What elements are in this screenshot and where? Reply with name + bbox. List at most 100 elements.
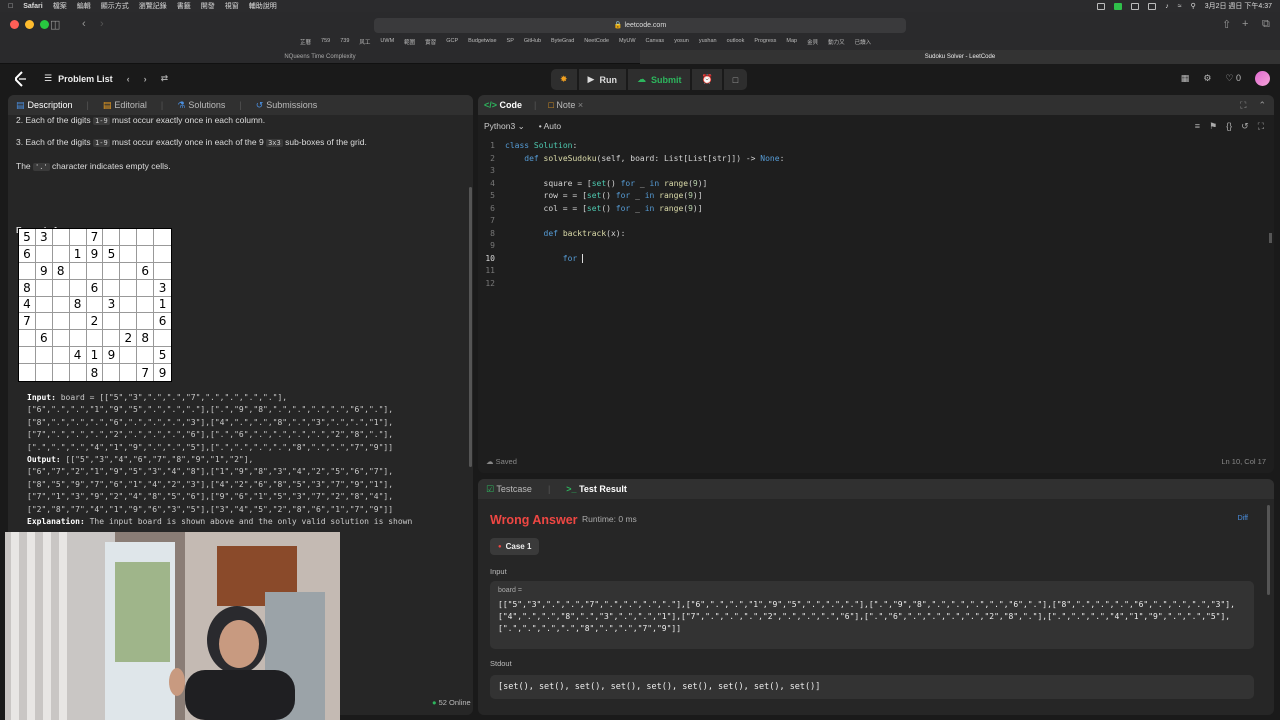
- tab-submissions[interactable]: ↺ Submissions: [256, 100, 318, 111]
- bookmark-item[interactable]: Progress: [754, 38, 776, 46]
- bookmark-item[interactable]: Map: [786, 38, 797, 46]
- bookmark-item[interactable]: 风工: [359, 38, 370, 46]
- status-icon[interactable]: [1097, 2, 1106, 10]
- next-problem-icon[interactable]: ›: [144, 74, 147, 84]
- sudoku-cell: 6: [35, 330, 53, 348]
- menu-history[interactable]: 瀏覽記錄: [139, 1, 167, 11]
- leetcode-logo-icon[interactable]: [13, 71, 27, 87]
- bookmark-item[interactable]: 759: [321, 38, 330, 46]
- forward-icon[interactable]: ›: [100, 18, 104, 30]
- wifi-icon[interactable]: ≈: [1178, 3, 1182, 10]
- notes-button[interactable]: □: [723, 69, 748, 90]
- menu-bookmarks[interactable]: 書籤: [177, 1, 191, 11]
- bookmark-item[interactable]: GitHub: [524, 38, 541, 46]
- editor-scrollbar[interactable]: [1269, 233, 1272, 243]
- sudoku-cell: [70, 364, 87, 381]
- bookmark-item[interactable]: 已讀入: [855, 38, 872, 46]
- rule-text: sub-boxes of the grid.: [282, 137, 367, 147]
- tab-description[interactable]: ▤ Description: [16, 100, 73, 111]
- menu-file[interactable]: 檔案: [53, 1, 67, 11]
- url-bar[interactable]: 🔒 leetcode.com: [374, 18, 906, 33]
- tab-overview-icon[interactable]: ⧉: [1262, 18, 1270, 31]
- settings-gear-icon[interactable]: ⚙: [1203, 73, 1211, 84]
- menu-develop[interactable]: 開發: [201, 1, 215, 11]
- user-avatar[interactable]: [1255, 71, 1270, 86]
- test-scrollbar[interactable]: [1267, 505, 1270, 595]
- run-button[interactable]: ▶ Run: [578, 69, 626, 90]
- bookmark-item[interactable]: yushan: [699, 38, 717, 46]
- bookmark-item[interactable]: outlook: [727, 38, 745, 46]
- format-icon[interactable]: ≡: [1195, 121, 1200, 132]
- shuffle-icon[interactable]: ⇄: [161, 73, 169, 84]
- tab-editorial[interactable]: ▤ Editorial: [103, 100, 147, 111]
- bookmark-item[interactable]: 範圍: [404, 38, 415, 46]
- status-icon[interactable]: [1131, 2, 1140, 10]
- close-window-button[interactable]: [10, 20, 19, 29]
- apple-icon[interactable]: : [8, 3, 13, 10]
- new-tab-icon[interactable]: +: [1242, 18, 1248, 30]
- tab-testcase[interactable]: ☑ Testcase: [486, 484, 532, 495]
- bookmark-item[interactable]: MyUW: [619, 38, 636, 46]
- sidebar-icon[interactable]: ◫: [50, 18, 60, 31]
- close-icon[interactable]: ×: [578, 100, 583, 110]
- bookmark-item[interactable]: 金貝: [807, 38, 818, 46]
- menu-view[interactable]: 顯示方式: [101, 1, 129, 11]
- status-icon[interactable]: [1148, 2, 1157, 10]
- app-menu[interactable]: Safari: [23, 3, 42, 10]
- problem-list-nav[interactable]: ☰ Problem List ‹ › ⇄: [44, 73, 168, 84]
- tab-test-result[interactable]: >_ Test Result: [566, 484, 627, 494]
- io-line: board = [["5","3",".",".","7",".",".",".…: [55, 393, 288, 402]
- language-select[interactable]: Python3 ⌄: [484, 121, 525, 132]
- bookmark-item[interactable]: SP: [507, 38, 514, 46]
- menubar-datetime[interactable]: 3月2日 週日 下午4:37: [1205, 1, 1272, 11]
- menu-edit[interactable]: 編輯: [77, 1, 91, 11]
- zoom-window-button[interactable]: [40, 20, 49, 29]
- bookmark-item[interactable]: 實習: [425, 38, 436, 46]
- timer-button[interactable]: ⏰: [692, 69, 722, 90]
- expand-icon[interactable]: ⛶: [1240, 100, 1246, 111]
- bookmark-item[interactable]: ByteGrad: [551, 38, 574, 46]
- bookmark-item[interactable]: 動力又: [828, 38, 845, 46]
- bug-icon: ✸: [560, 74, 568, 84]
- bookmark-item[interactable]: NeetCode: [584, 38, 609, 46]
- share-icon[interactable]: ⇧: [1222, 18, 1231, 31]
- bookmark-item[interactable]: GCP: [446, 38, 458, 46]
- safari-tab[interactable]: NQueens Time Complexity: [0, 50, 640, 64]
- diff-toggle[interactable]: Diff: [1238, 515, 1248, 522]
- sudoku-cell: [120, 296, 138, 314]
- bookmark-item[interactable]: Budgetwise: [468, 38, 496, 46]
- bookmark-item[interactable]: yosun: [674, 38, 689, 46]
- volume-icon[interactable]: ♪: [1165, 3, 1169, 10]
- bookmark-item[interactable]: UWM: [380, 38, 394, 46]
- bookmark-icon[interactable]: ⚑: [1209, 121, 1217, 132]
- braces-icon[interactable]: {}: [1226, 121, 1232, 132]
- collapse-icon[interactable]: ⌃: [1258, 100, 1266, 111]
- prev-problem-icon[interactable]: ‹: [127, 74, 130, 84]
- tab-note[interactable]: □ Note ×: [548, 100, 583, 110]
- menu-help[interactable]: 輔助說明: [249, 1, 277, 11]
- bookmark-item[interactable]: 739: [340, 38, 349, 46]
- case-1-button[interactable]: ● Case 1: [490, 538, 540, 555]
- menu-window[interactable]: 視窗: [225, 1, 239, 11]
- note-text: character indicates empty cells.: [49, 161, 171, 171]
- code-editor[interactable]: 1 class Solution: 2 def solveSudoku(self,…: [478, 141, 1274, 291]
- bookmark-item[interactable]: 芷曆: [300, 38, 311, 46]
- description-scrollbar[interactable]: [469, 187, 472, 467]
- fullscreen-icon[interactable]: ⛶: [1258, 121, 1264, 132]
- submit-button[interactable]: ☁ Submit: [627, 69, 691, 90]
- minimize-window-button[interactable]: [25, 20, 34, 29]
- tab-solutions[interactable]: ⚗ Solutions: [177, 100, 225, 111]
- empty-cell-note: The '.' character indicates empty cells.: [16, 161, 456, 173]
- bookmark-item[interactable]: Canvas: [646, 38, 665, 46]
- back-icon[interactable]: ‹: [82, 18, 86, 30]
- layout-icon[interactable]: ▦: [1181, 73, 1190, 84]
- reset-icon[interactable]: ↺: [1241, 121, 1249, 132]
- search-icon[interactable]: ⚲: [1191, 2, 1196, 10]
- facetime-icon[interactable]: [1114, 2, 1123, 10]
- debug-button[interactable]: ✸: [551, 69, 577, 90]
- safari-tab-active[interactable]: Sudoku Solver - LeetCode: [640, 50, 1280, 64]
- streak-counter[interactable]: ♡ 0: [1225, 73, 1241, 84]
- tab-code[interactable]: </> Code: [484, 100, 522, 110]
- tab-label: Code: [499, 100, 523, 110]
- autocomplete-toggle[interactable]: • Auto: [539, 121, 561, 132]
